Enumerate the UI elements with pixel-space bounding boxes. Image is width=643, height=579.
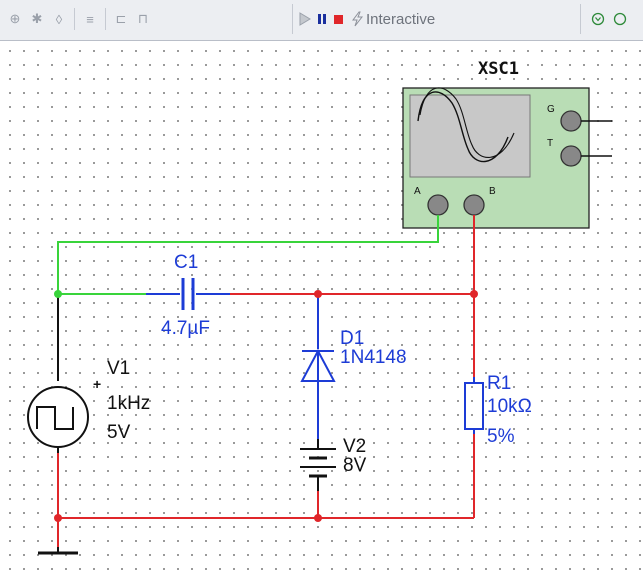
stop-icon bbox=[334, 14, 343, 24]
bulb-icon[interactable]: ◊ bbox=[51, 11, 67, 27]
lightning-icon bbox=[352, 11, 364, 27]
play-icon bbox=[299, 12, 311, 26]
diode-d1[interactable] bbox=[300, 348, 336, 385]
terminal-a bbox=[427, 194, 449, 216]
terminal-a-label: A bbox=[414, 186, 421, 197]
terminal-g bbox=[560, 110, 582, 132]
v2-value-label: 8V bbox=[343, 455, 367, 476]
wire-green-channel-a[interactable] bbox=[57, 215, 439, 295]
globe-icon[interactable] bbox=[612, 11, 628, 27]
source-v1[interactable] bbox=[27, 294, 89, 453]
capacitor-c1[interactable] bbox=[181, 278, 195, 310]
grapher-icon[interactable]: ⊕ bbox=[7, 11, 23, 27]
schematic-canvas[interactable]: XSC1 G T A B C1 4.7µF D1 1N4148 + V1 1kH… bbox=[0, 41, 643, 579]
pulse-icon[interactable]: ⊓ bbox=[135, 11, 151, 27]
junction-dot-green bbox=[54, 290, 62, 298]
zoom-icon[interactable] bbox=[590, 11, 606, 27]
d1-ref-label: D1 bbox=[340, 328, 365, 349]
v1-ref-label: V1 bbox=[107, 358, 131, 379]
terminal-b-label: B bbox=[489, 186, 496, 197]
oscilloscope-screen bbox=[409, 94, 531, 178]
simulation-controls: Interactive bbox=[292, 4, 581, 34]
terminal-t-label: T bbox=[547, 138, 554, 149]
battery-v2[interactable] bbox=[300, 439, 336, 491]
v1-ampl-label: 5V bbox=[107, 422, 131, 443]
stop-button[interactable] bbox=[333, 9, 344, 29]
c1-value-label: 4.7µF bbox=[161, 318, 210, 339]
r1-tol-label: 5% bbox=[487, 426, 515, 447]
r1-ref-label: R1 bbox=[487, 373, 512, 394]
terminal-t bbox=[560, 145, 582, 167]
r1-value-label: 10kΩ bbox=[487, 396, 532, 417]
component-icon[interactable]: ≡ bbox=[82, 11, 98, 27]
net-icon[interactable]: ⊏ bbox=[113, 11, 129, 27]
oscilloscope-xsc1[interactable] bbox=[402, 87, 612, 229]
interactive-label: Interactive bbox=[366, 10, 436, 28]
schematic-drawing bbox=[27, 87, 612, 555]
v1-freq-label: 1kHz bbox=[107, 393, 151, 414]
toolbar: ⊕ ✱ ◊ ≡ ⊏ ⊓ Interactive bbox=[0, 0, 643, 41]
wire-red-net[interactable] bbox=[57, 215, 475, 547]
v2-ref-label: V2 bbox=[343, 436, 367, 457]
toolbar-separator bbox=[105, 8, 106, 30]
toolbar-separator bbox=[74, 8, 75, 30]
run-button[interactable] bbox=[299, 9, 311, 29]
ground-symbol bbox=[38, 547, 78, 555]
d1-value-label: 1N4148 bbox=[340, 347, 407, 368]
oscilloscope-ref-label: XSC1 bbox=[478, 59, 519, 79]
terminal-g-label: G bbox=[547, 104, 555, 115]
probe-icon[interactable]: ✱ bbox=[29, 11, 45, 27]
terminal-b bbox=[463, 194, 485, 216]
pause-icon bbox=[318, 14, 326, 24]
c1-ref-label: C1 bbox=[174, 252, 199, 273]
pause-button[interactable] bbox=[317, 9, 327, 29]
resistor-r1[interactable] bbox=[464, 382, 484, 430]
right-toolbar-group bbox=[580, 4, 643, 34]
interactive-button[interactable]: Interactive bbox=[350, 9, 435, 29]
v1-plus-label: + bbox=[93, 376, 102, 392]
instrument-toolbar-group: ⊕ ✱ ◊ ≡ ⊏ ⊓ bbox=[4, 4, 154, 34]
